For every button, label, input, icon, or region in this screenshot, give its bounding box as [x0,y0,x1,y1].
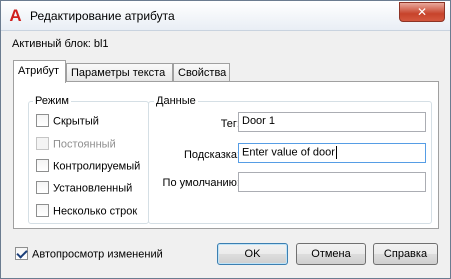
data-group: Данные Тег: Door 1 Подсказка: Enter valu… [148,95,432,224]
help-button[interactable]: Справка [373,243,438,265]
tab-label: Параметры текста [71,67,166,79]
cancel-button[interactable]: Отмена [296,243,366,265]
default-label: По умолчанию: [162,177,240,189]
help-label: Справка [383,248,428,260]
close-button[interactable]: ✕ [399,2,445,22]
tab-label: Атрибут [18,65,59,77]
ok-button[interactable]: OK [217,243,288,265]
tag-value: Door 1 [242,115,276,127]
multiline-checkbox[interactable]: Несколько строк [36,204,138,219]
tab-text-options[interactable]: Параметры текста [66,63,173,82]
tab-properties[interactable]: Свойства [173,63,230,82]
prompt-value: Enter value of door [242,146,335,159]
ok-label: OK [244,248,261,260]
preset-checkbox[interactable]: Установленный [36,181,133,196]
active-block-label: Активный блок: bl1 [12,38,109,50]
text-caret [335,146,337,159]
edit-attribute-dialog: A Редактирование атрибута ✕ Активный бло… [0,0,451,279]
attribute-tab-panel: Режим Скрытый Постоянный Контролируемый … [13,81,439,229]
preset-label: Установленный [53,182,133,195]
mode-group: Режим Скрытый Постоянный Контролируемый … [28,95,149,224]
default-input[interactable] [238,172,426,192]
checkbox-box[interactable] [36,181,49,194]
tab-attribute[interactable]: Атрибут [13,60,66,83]
checkbox-box [36,137,49,150]
constant-checkbox: Постоянный [36,137,116,152]
tag-input[interactable]: Door 1 [238,112,426,132]
checkbox-box[interactable] [36,204,49,217]
verify-checkbox[interactable]: Контролируемый [36,159,141,174]
hidden-label: Скрытый [53,115,99,128]
multiline-label: Несколько строк [53,205,138,218]
checkbox-box[interactable] [36,159,49,172]
window-title: Редактирование атрибута [30,9,175,23]
prompt-label: Подсказка: [183,149,240,161]
close-icon: ✕ [416,5,428,19]
title-bar[interactable]: A Редактирование атрибута ✕ [1,1,450,31]
mode-group-label: Режим [33,95,71,107]
hidden-checkbox[interactable]: Скрытый [36,114,99,129]
autopreview-checkbox[interactable]: Автопросмотр изменений [15,247,163,261]
autocad-app-icon: A [9,6,22,25]
autopreview-label: Автопросмотр изменений [32,248,163,261]
checkbox-box[interactable] [36,114,49,127]
data-group-label: Данные [154,95,198,107]
prompt-input[interactable]: Enter value of door [238,143,426,163]
cancel-label: Отмена [311,248,351,260]
tab-label: Свойства [178,67,227,79]
checkbox-box[interactable] [15,247,28,260]
constant-label: Постоянный [53,138,116,151]
verify-label: Контролируемый [53,160,141,173]
